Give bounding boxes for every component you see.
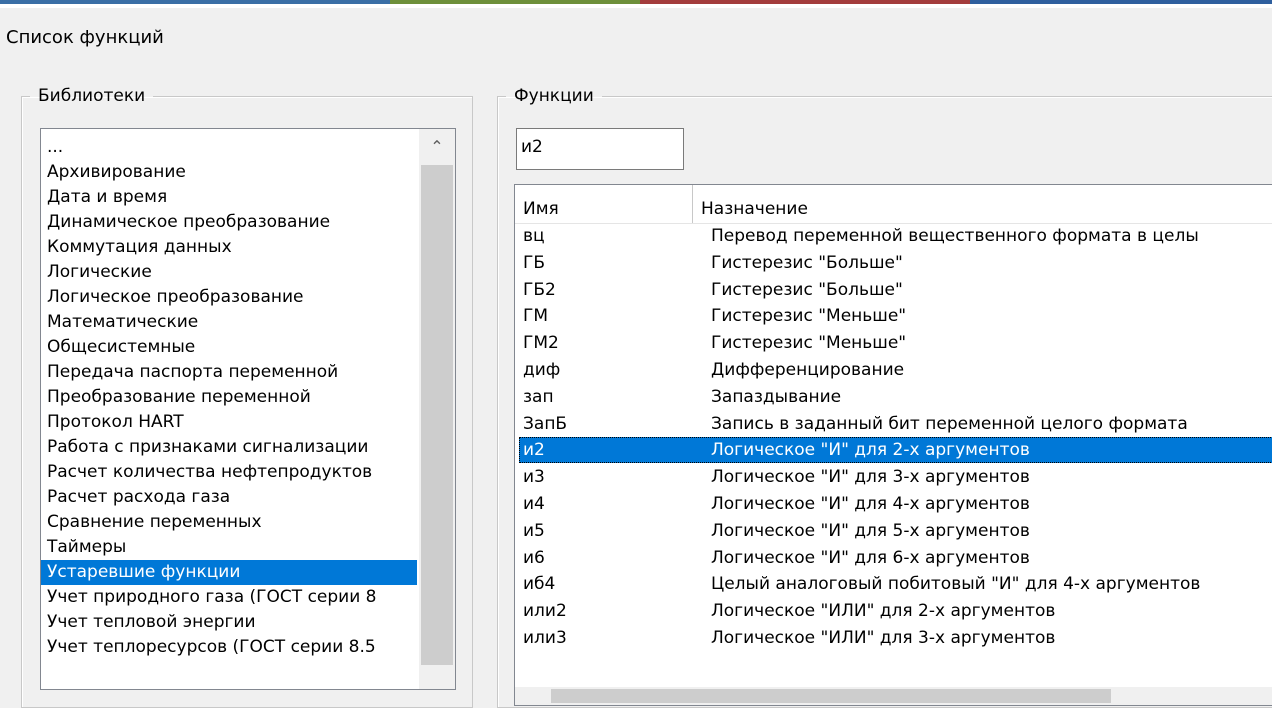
function-purpose: Целый аналоговый побитовый "И" для 4-х а… [711, 574, 1201, 595]
function-purpose: Логическое "ИЛИ" для 2-х аргументов [711, 601, 1056, 622]
list-item[interactable]: Архивирование [41, 160, 417, 185]
function-name: или2 [523, 601, 567, 622]
table-horizontal-scrollbar[interactable] [515, 687, 1272, 705]
function-purpose: Логическое "И" для 4-х аргументов [711, 494, 1030, 514]
libraries-scrollbar[interactable]: ⌃ [419, 129, 455, 689]
function-name: диф [523, 360, 561, 380]
table-row[interactable]: вц Перевод переменной вещественного форма… [519, 223, 1272, 249]
libraries-legend: Библиотеки [38, 86, 146, 106]
chevron-up-icon[interactable]: ⌃ [419, 129, 455, 165]
list-item[interactable]: Передача паспорта переменной [41, 360, 417, 385]
functions-table[interactable]: Имя Назначение вц Перевод переменной веще… [514, 184, 1272, 706]
table-row[interactable]: и4 Логическое "И" для 4-х аргументов [519, 491, 1272, 517]
list-item[interactable]: Учет теплоресурсов (ГОСТ серии 8.5 [41, 635, 417, 660]
list-item[interactable]: Учет природного газа (ГОСТ серии 8 [41, 585, 417, 610]
list-item[interactable]: Протокол HART [41, 410, 417, 435]
libraries-listbox[interactable]: Учет теплоресурсов (ГОСТ серии 8.5 Учет т… [40, 128, 456, 690]
table-row[interactable]: ГБ Гистерезис "Больше" [519, 250, 1272, 276]
function-name: и4 [523, 494, 545, 514]
function-purpose: Гистерезис "Больше" [711, 252, 903, 273]
function-purpose: Запаздывание [711, 386, 842, 407]
function-name: и3 [523, 467, 545, 488]
table-row[interactable]: и3 Логическое "И" для 3-х аргументов [519, 464, 1272, 490]
column-header-purpose[interactable]: Назначение [693, 185, 1272, 223]
function-purpose: Запись в заданный бит переменной целого … [711, 413, 1188, 434]
list-item[interactable]: Работа с признаками сигнализации [41, 435, 417, 460]
function-purpose: Логическое "И" для 6-х аргументов [711, 547, 1030, 568]
table-header: Имя Назначение [515, 185, 1272, 224]
table-row[interactable]: диф Дифференцирование [519, 357, 1272, 383]
function-name: ЗапБ [523, 413, 568, 434]
function-name: ГБ [523, 252, 546, 273]
list-item[interactable]: Логические [41, 260, 417, 285]
scrollbar-thumb[interactable] [551, 689, 1111, 703]
function-name: и6 [523, 547, 545, 568]
table-row[interactable]: или2 Логическое "ИЛИ" для 2-х аргументов [519, 598, 1272, 624]
table-row[interactable]: и2 Логическое "И" для 2-х аргументов [519, 437, 1272, 464]
list-item[interactable]: Динамическое преобразование [41, 210, 417, 235]
function-purpose: Гистерезис "Больше" [711, 279, 903, 300]
list-item[interactable]: ... [41, 135, 417, 160]
list-item[interactable]: Преобразование переменной [41, 385, 417, 410]
list-item[interactable]: Коммутация данных [41, 235, 417, 260]
table-row[interactable]: и6 Логическое "И" для 6-х аргументов [519, 545, 1272, 571]
table-row[interactable]: или3 Логическое "ИЛИ" для 3-х аргументов [519, 625, 1272, 651]
list-item[interactable]: Математические [41, 310, 417, 335]
function-purpose: Перевод переменной вещественного формата… [711, 226, 1199, 246]
function-search-input[interactable]: и2 [516, 128, 684, 170]
function-name: иб4 [523, 574, 556, 595]
list-item[interactable]: Сравнение переменных [41, 510, 417, 535]
function-purpose: Логическое "И" для 2-х аргументов [711, 440, 1030, 461]
list-item[interactable]: Расчет количества нефтепродуктов [41, 460, 417, 485]
list-item[interactable]: Таймеры [41, 535, 417, 560]
function-purpose: Логическое "И" для 5-х аргументов [711, 520, 1030, 541]
list-item[interactable]: Учет тепловой энергии [41, 610, 417, 635]
table-row[interactable]: ГМ2 Гистерезис "Меньше" [519, 330, 1272, 356]
table-row[interactable]: ГМ Гистерезис "Меньше" [519, 303, 1272, 329]
table-row[interactable]: ЗапБ Запись в заданный бит переменной цел… [519, 411, 1272, 437]
function-name: или3 [523, 628, 567, 648]
window-title: Список функций [6, 27, 164, 48]
function-name: и5 [523, 520, 545, 541]
function-purpose: Логическое "ИЛИ" для 3-х аргументов [711, 628, 1056, 648]
function-name: ГБ2 [523, 279, 556, 300]
function-name: и2 [523, 440, 545, 461]
list-item[interactable]: Дата и время [41, 185, 417, 210]
function-purpose: Гистерезис "Меньше" [711, 306, 907, 327]
list-item[interactable]: Устаревшие функции [41, 560, 417, 585]
table-row[interactable]: и5 Логическое "И" для 5-х аргументов [519, 518, 1272, 544]
table-row[interactable]: ГБ2 Гистерезис "Больше" [519, 277, 1272, 303]
function-name: ГМ2 [523, 333, 559, 354]
function-purpose: Дифференцирование [711, 360, 905, 380]
function-name: вц [523, 226, 545, 246]
functions-legend: Функции [514, 86, 594, 106]
background-window-strip [0, 0, 1272, 8]
list-item[interactable]: Логическое преобразование [41, 285, 417, 310]
function-name: зап [523, 386, 554, 407]
list-item[interactable]: Общесистемные [41, 335, 417, 360]
function-name: ГМ [523, 306, 549, 327]
list-item[interactable]: Расчет расхода газа [41, 485, 417, 510]
function-purpose: Логическое "И" для 3-х аргументов [711, 467, 1030, 488]
column-header-name[interactable]: Имя [515, 185, 693, 223]
function-purpose: Гистерезис "Меньше" [711, 333, 907, 354]
table-row[interactable]: зап Запаздывание [519, 384, 1272, 410]
scrollbar-thumb[interactable] [421, 165, 453, 665]
table-row[interactable]: иб4 Целый аналоговый побитовый "И" для 4-… [519, 571, 1272, 597]
